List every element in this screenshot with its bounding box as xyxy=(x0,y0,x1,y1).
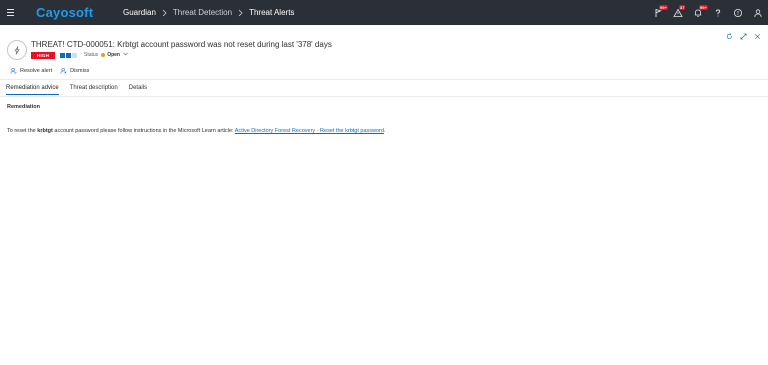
remediation-heading: Remediation xyxy=(7,104,41,110)
info-icon[interactable] xyxy=(728,0,748,25)
severity-bar xyxy=(66,53,71,58)
remediation-account-name: krbtgt xyxy=(37,128,53,134)
user-icon[interactable] xyxy=(748,0,768,25)
header-divider xyxy=(0,79,768,80)
warning-badge: 37 xyxy=(679,5,686,10)
flag-badge: 99+ xyxy=(659,5,668,10)
remediation-text-middle: account password please follow instructi… xyxy=(52,128,235,134)
severity-bar xyxy=(60,53,65,58)
warning-icon[interactable]: 37 xyxy=(668,0,688,25)
tab-threat-description[interactable]: Threat description xyxy=(70,84,118,95)
alert-action-bar: Resolve alert Dismiss xyxy=(10,67,97,74)
status-value: Open xyxy=(107,52,120,58)
krbtgt-reset-article-link[interactable]: Active Directory Forest Recovery - Reset… xyxy=(235,128,384,134)
status-dot-icon xyxy=(101,53,106,57)
dismiss-button[interactable]: Dismiss xyxy=(60,67,89,74)
severity-level-bars xyxy=(60,53,78,58)
breadcrumb-threat-detection[interactable]: Threat Detection xyxy=(173,8,232,17)
severity-bar xyxy=(72,53,77,58)
resolve-alert-label: Resolve alert xyxy=(20,67,53,74)
menu-icon[interactable] xyxy=(0,0,20,25)
chevron-down-icon[interactable] xyxy=(123,52,128,58)
breadcrumb: Guardian Threat Detection Threat Alerts xyxy=(123,7,294,18)
dismiss-icon xyxy=(60,67,67,74)
tab-bar: Remediation advice Threat description De… xyxy=(6,84,158,95)
flag-icon[interactable]: 99+ xyxy=(648,0,668,25)
tab-details[interactable]: Details xyxy=(129,84,147,95)
remediation-text: To reset the krbtgt account password ple… xyxy=(7,128,385,134)
severity-badge: HIGH xyxy=(31,52,55,59)
status-label: Status xyxy=(84,52,99,58)
tab-remediation-advice[interactable]: Remediation advice xyxy=(6,84,59,95)
breadcrumb-guardian[interactable]: Guardian xyxy=(123,8,156,17)
refresh-icon[interactable] xyxy=(722,31,736,41)
expand-icon[interactable] xyxy=(736,31,750,41)
alert-title: THREAT! CTD-000051: Krbtgt account passw… xyxy=(31,40,332,49)
resolve-icon xyxy=(10,67,17,74)
bell-badge: 99+ xyxy=(699,5,708,10)
resolve-alert-button[interactable]: Resolve alert xyxy=(10,67,52,74)
chevron-right-icon xyxy=(236,7,245,18)
help-icon[interactable] xyxy=(708,0,728,25)
remediation-text-end: . xyxy=(383,128,386,134)
topbar-icon-group: 99+ 37 99+ xyxy=(648,0,768,25)
tabs-divider xyxy=(0,96,768,97)
breadcrumb-threat-alerts[interactable]: Threat Alerts xyxy=(249,8,294,17)
status-field[interactable]: Status Open xyxy=(84,52,128,58)
top-navigation-bar: Cayosoft Guardian Threat Detection Threa… xyxy=(0,0,768,25)
remediation-text-start: To reset the xyxy=(7,128,38,134)
chevron-right-icon xyxy=(160,7,169,18)
threat-type-icon xyxy=(7,40,27,60)
brand-logo[interactable]: Cayosoft xyxy=(36,5,93,20)
close-icon[interactable] xyxy=(750,31,764,41)
dismiss-label: Dismiss xyxy=(70,67,90,74)
bell-icon[interactable]: 99+ xyxy=(688,0,708,25)
panel-actions xyxy=(722,31,764,41)
